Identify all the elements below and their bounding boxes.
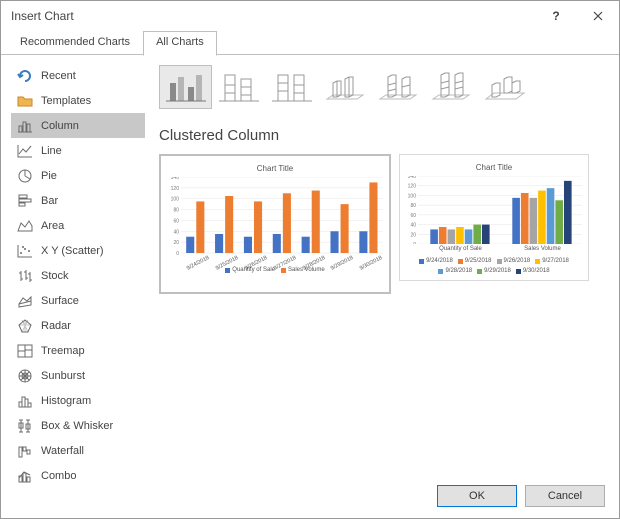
ok-button[interactable]: OK <box>437 485 517 507</box>
sidebar-item-label: Line <box>41 145 62 157</box>
svg-text:140: 140 <box>408 176 417 180</box>
sidebar-item-label: Area <box>41 220 64 232</box>
sidebar-item-label: Combo <box>41 470 76 482</box>
chart-x-labels: 9/24/20189/25/20189/26/20189/27/20189/28… <box>167 255 383 261</box>
subtype-3d-column[interactable] <box>477 65 530 109</box>
titlebar: Insert Chart ? <box>1 1 619 31</box>
stock-icon <box>17 268 33 284</box>
svg-text:0: 0 <box>176 251 179 255</box>
sunburst-icon <box>17 368 33 384</box>
tab-all-charts[interactable]: All Charts <box>143 31 217 56</box>
chart-previews: Chart Title 0 20 40 60 80 100 120 140 9/24/2018… <box>159 154 607 294</box>
radar-icon <box>17 318 33 334</box>
subtype-clustered-column[interactable] <box>159 65 212 109</box>
sidebar-item-label: Waterfall <box>41 445 84 457</box>
column-subtypes <box>159 65 607 109</box>
sidebar-item-label: Box & Whisker <box>41 420 113 432</box>
histogram-icon <box>17 393 33 409</box>
sidebar-item-label: Pie <box>41 170 57 182</box>
main-pane: Clustered Column Chart Title 0 20 40 60 80 10… <box>153 55 619 475</box>
boxwhisker-icon <box>17 418 33 434</box>
svg-text:60: 60 <box>410 213 416 219</box>
templates-icon <box>17 93 33 109</box>
sidebar-item-column[interactable]: Column <box>11 113 145 138</box>
sidebar-item-boxwhisker[interactable]: Box & Whisker <box>11 413 145 438</box>
svg-text:120: 120 <box>408 184 417 190</box>
sidebar-item-label: Templates <box>41 95 91 107</box>
chart-legend: 9/24/20189/25/20189/26/20189/27/20189/28… <box>406 258 582 274</box>
svg-text:100: 100 <box>171 197 180 203</box>
subtype-100-stacked-column[interactable] <box>265 65 318 109</box>
svg-text:120: 120 <box>171 186 180 192</box>
sidebar-item-label: Column <box>41 120 79 132</box>
svg-text:40: 40 <box>173 229 179 235</box>
chart-preview-1[interactable]: Chart Title 0 20 40 60 80 100 120 140 9/24/2018… <box>159 154 391 294</box>
sidebar-item-waterfall[interactable]: Waterfall <box>11 438 145 463</box>
sidebar-item-label: Stock <box>41 270 69 282</box>
svg-text:80: 80 <box>173 208 179 214</box>
scatter-icon <box>17 243 33 259</box>
treemap-icon <box>17 343 33 359</box>
tab-recommended[interactable]: Recommended Charts <box>7 31 143 55</box>
chart-plot-area: 0 20 40 60 80 100 120 140 <box>406 176 582 244</box>
chart-subtype-heading: Clustered Column <box>159 127 607 144</box>
sidebar-item-pie[interactable]: Pie <box>11 163 145 188</box>
combo-icon <box>17 468 33 484</box>
sidebar-item-stock[interactable]: Stock <box>11 263 145 288</box>
help-button[interactable]: ? <box>535 1 577 31</box>
sidebar-item-treemap[interactable]: Treemap <box>11 338 145 363</box>
subtype-3d-stacked-column[interactable] <box>371 65 424 109</box>
sidebar-item-scatter[interactable]: X Y (Scatter) <box>11 238 145 263</box>
sidebar-item-label: X Y (Scatter) <box>41 245 104 257</box>
subtype-3d-clustered-column[interactable] <box>318 65 371 109</box>
subtype-stacked-column[interactable] <box>212 65 265 109</box>
chart-type-sidebar: Recent Templates Column Line Pie Bar Are… <box>1 55 153 475</box>
svg-text:140: 140 <box>171 177 180 181</box>
pie-icon <box>17 168 33 184</box>
sidebar-item-label: Bar <box>41 195 58 207</box>
sidebar-item-sunburst[interactable]: Sunburst <box>11 363 145 388</box>
svg-text:100: 100 <box>408 193 417 199</box>
sidebar-item-templates[interactable]: Templates <box>11 88 145 113</box>
sidebar-item-histogram[interactable]: Histogram <box>11 388 145 413</box>
area-icon <box>17 218 33 234</box>
chart-group-labels: Quantity of Sale Sales Volume <box>406 246 582 252</box>
close-button[interactable] <box>577 1 619 31</box>
sidebar-item-combo[interactable]: Combo <box>11 463 145 488</box>
sidebar-item-surface[interactable]: Surface <box>11 288 145 313</box>
chart-preview-2[interactable]: Chart Title 0 20 40 60 80 100 120 140 Quantity … <box>399 154 589 281</box>
content: Recent Templates Column Line Pie Bar Are… <box>1 55 619 475</box>
svg-text:60: 60 <box>173 218 179 224</box>
chart-title: Chart Title <box>167 164 383 173</box>
recent-icon <box>17 68 33 84</box>
bar-icon <box>17 193 33 209</box>
chart-title: Chart Title <box>406 163 582 172</box>
sidebar-item-area[interactable]: Area <box>11 213 145 238</box>
sidebar-item-label: Sunburst <box>41 370 85 382</box>
svg-text:80: 80 <box>410 203 416 209</box>
sidebar-item-line[interactable]: Line <box>11 138 145 163</box>
dialog-title: Insert Chart <box>11 9 535 23</box>
sidebar-item-label: Treemap <box>41 345 85 357</box>
sidebar-item-bar[interactable]: Bar <box>11 188 145 213</box>
svg-text:20: 20 <box>410 232 416 238</box>
sidebar-item-label: Histogram <box>41 395 91 407</box>
tabs: Recommended Charts All Charts <box>1 31 619 55</box>
column-icon <box>17 118 33 134</box>
svg-text:40: 40 <box>410 223 416 229</box>
chart-plot-area: 0 20 40 60 80 100 120 140 <box>167 177 383 255</box>
sidebar-item-radar[interactable]: Radar <box>11 313 145 338</box>
sidebar-item-label: Surface <box>41 295 79 307</box>
svg-text:0: 0 <box>413 242 416 244</box>
waterfall-icon <box>17 443 33 459</box>
surface-icon <box>17 293 33 309</box>
subtype-3d-100-stacked-column[interactable] <box>424 65 477 109</box>
cancel-button[interactable]: Cancel <box>525 485 605 507</box>
line-icon <box>17 143 33 159</box>
sidebar-item-recent[interactable]: Recent <box>11 63 145 88</box>
sidebar-item-label: Radar <box>41 320 71 332</box>
svg-text:20: 20 <box>173 240 179 246</box>
sidebar-item-label: Recent <box>41 70 76 82</box>
